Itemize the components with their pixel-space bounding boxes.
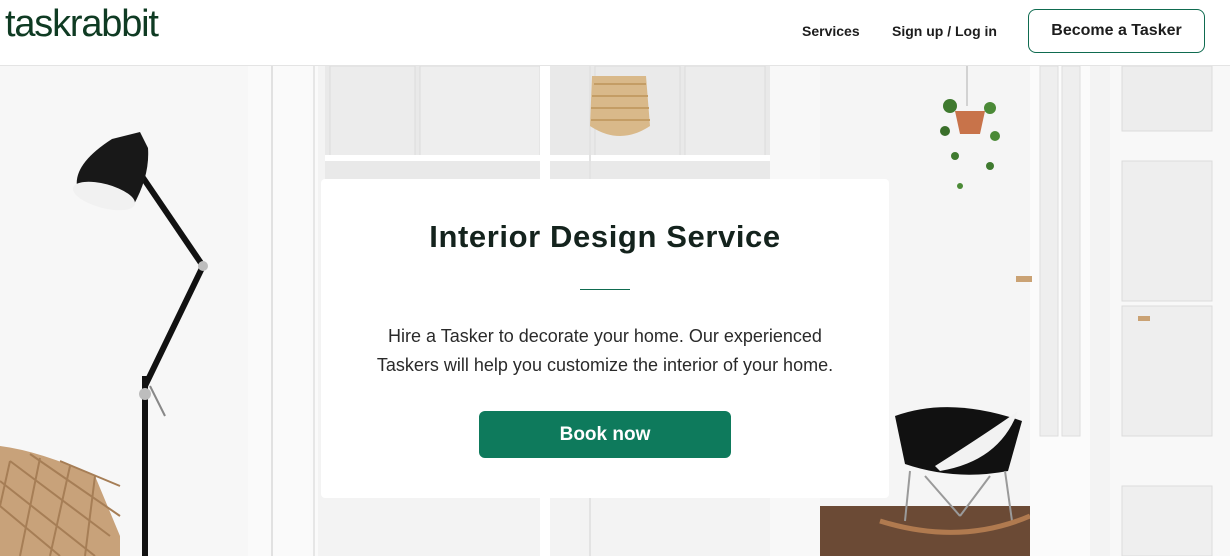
taskrabbit-logo[interactable]: taskrabbit bbox=[5, 3, 159, 46]
site-header: taskrabbit Services Sign up / Log in Bec… bbox=[0, 0, 1230, 66]
title-divider bbox=[580, 289, 630, 290]
service-title: Interior Design Service bbox=[429, 219, 781, 254]
nav-services-link[interactable]: Services bbox=[802, 23, 860, 39]
service-description: Hire a Tasker to decorate your home. Our… bbox=[376, 326, 834, 375]
service-card: Interior Design Service Hire a Tasker to… bbox=[321, 179, 889, 498]
become-tasker-button[interactable]: Become a Tasker bbox=[1028, 9, 1205, 53]
nav-signup-login-link[interactable]: Sign up / Log in bbox=[892, 23, 997, 39]
book-now-button[interactable]: Book now bbox=[479, 411, 731, 458]
